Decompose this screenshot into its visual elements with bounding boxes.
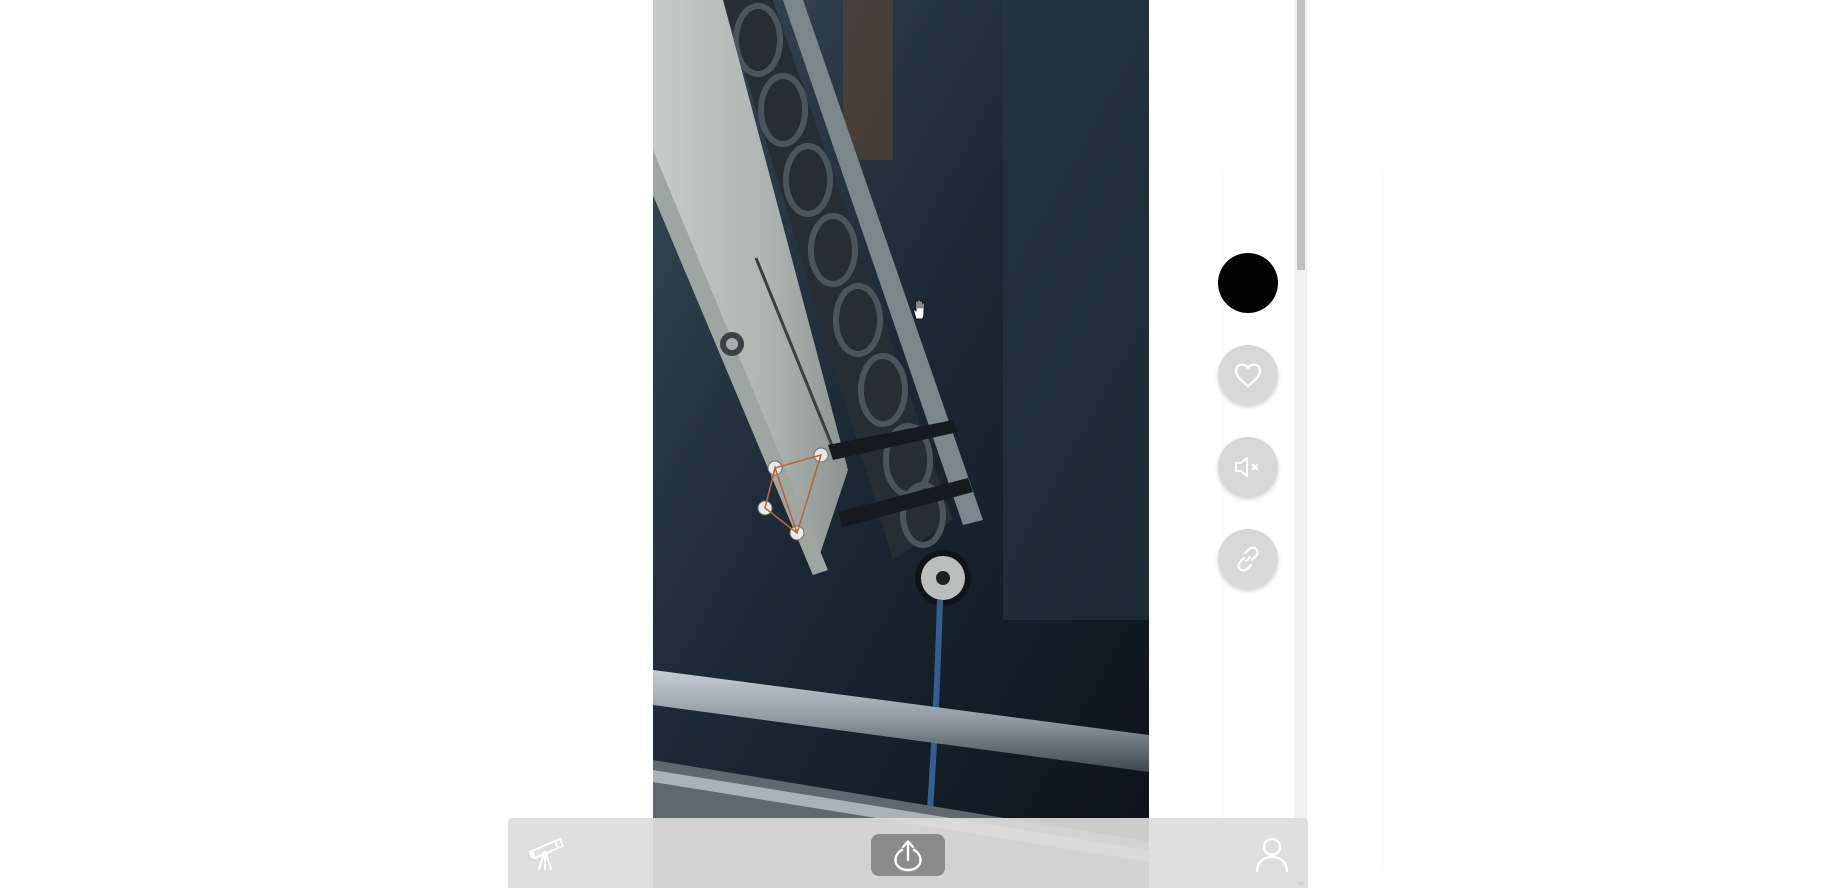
action-column: [1218, 253, 1278, 621]
upload-icon: [894, 840, 922, 872]
muted-speaker-icon: [1235, 457, 1259, 477]
heart-icon: [1234, 363, 1262, 388]
copy-link-button[interactable]: [1218, 529, 1278, 589]
video-player[interactable]: [653, 0, 1149, 888]
user-icon: [1255, 837, 1289, 873]
discover-button[interactable]: [524, 832, 568, 876]
app-page: [0, 0, 1829, 888]
profile-button[interactable]: [1250, 832, 1294, 876]
like-button[interactable]: [1218, 345, 1278, 405]
scrollbar-thumb[interactable]: [1297, 0, 1305, 270]
link-icon: [1237, 546, 1259, 572]
creator-avatar[interactable]: [1218, 253, 1278, 313]
scrollbar[interactable]: [1294, 0, 1307, 888]
bottom-navigation: [508, 818, 1308, 888]
telescope-icon: [529, 838, 564, 870]
upload-button[interactable]: [871, 834, 945, 876]
mute-button[interactable]: [1218, 437, 1278, 497]
background-line: [1382, 170, 1383, 870]
hand-cursor-icon: [913, 299, 925, 320]
video-frame: [653, 0, 1149, 888]
